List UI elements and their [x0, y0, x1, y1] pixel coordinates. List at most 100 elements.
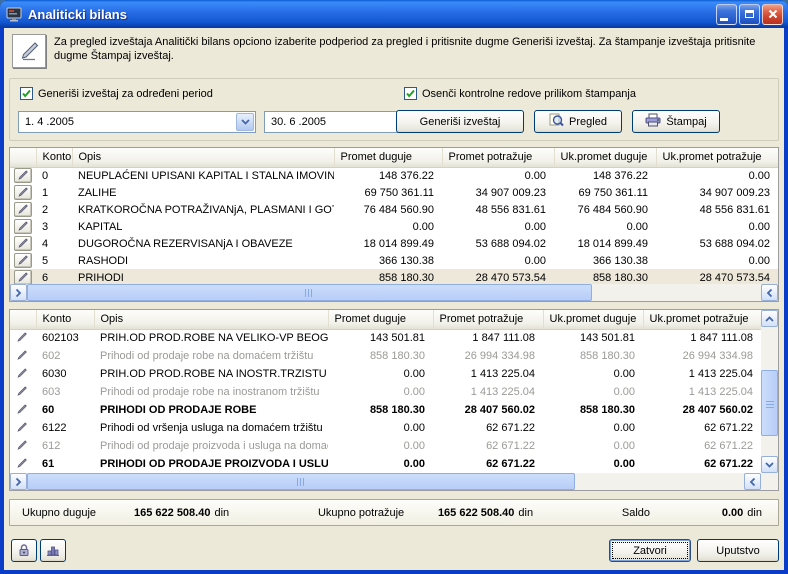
scrollbar-thumb[interactable]: [761, 370, 778, 436]
table-row[interactable]: 61PRIHODI OD PRODAJE PROIZVODA I USLUGA0…: [10, 455, 761, 473]
scroll-left-arrow-icon[interactable]: [10, 473, 27, 490]
table-row[interactable]: 3KAPITAL0.000.000.000.00: [10, 218, 778, 235]
table-row[interactable]: 1ZALIHE69 750 361.1134 907 009.2369 750 …: [10, 184, 778, 201]
scrollbar-thumb[interactable]: [27, 284, 592, 301]
chart-button[interactable]: [40, 539, 66, 562]
edit-pencil-icon[interactable]: [14, 219, 32, 234]
table-row[interactable]: 612Prihodi od prodaje proizvoda i usluga…: [10, 437, 761, 455]
edit-pencil-icon[interactable]: [14, 403, 30, 416]
amount-cell: 0.00: [543, 437, 643, 455]
generate-report-button[interactable]: Generiši izveštaj: [396, 110, 524, 133]
scrollbar-thumb[interactable]: [27, 473, 575, 490]
close-icon: [768, 9, 778, 19]
edit-pencil-icon[interactable]: [14, 331, 30, 344]
amount-cell: 0.00: [442, 218, 554, 235]
lock-button[interactable]: [11, 539, 37, 562]
amount-cell: 62 671.22: [643, 455, 761, 473]
edit-pencil-icon[interactable]: [14, 367, 30, 380]
column-header-konto[interactable]: Konto: [36, 310, 94, 329]
column-header-ukpromet-potrazuje[interactable]: Uk.promet potražuje: [656, 148, 778, 167]
edit-pencil-icon[interactable]: [14, 270, 32, 285]
horizontal-scrollbar[interactable]: [10, 473, 761, 490]
table-row[interactable]: 0NEUPLAĆENI UPISANI KAPITAL I STALNA IMO…: [10, 167, 778, 184]
close-button[interactable]: [762, 4, 783, 25]
table-row[interactable]: 602Prihodi od prodaje robe na domaćem tr…: [10, 347, 761, 365]
checkbox-generate-period-label: Generiši izveštaj za određeni period: [38, 88, 213, 100]
help-button[interactable]: Uputstvo: [697, 539, 779, 562]
horizontal-scrollbar[interactable]: [10, 284, 778, 301]
scrollbar-grip: [766, 399, 774, 408]
row-icon-cell: [10, 419, 36, 437]
titlebar[interactable]: Analiticki bilans: [0, 0, 788, 28]
edit-pencil-icon[interactable]: [14, 421, 30, 434]
column-header-promet-potrazuje[interactable]: Promet potražuje: [442, 148, 554, 167]
minimize-button[interactable]: [716, 4, 737, 25]
amount-cell: 148 376.22: [554, 167, 656, 184]
column-header-icon[interactable]: [10, 148, 36, 167]
amount-cell: 858 180.30: [328, 347, 433, 365]
table-row[interactable]: 602103PRIH.OD PROD.ROBE NA VELIKO-VP BEO…: [10, 329, 761, 347]
summary-grid: Konto Opis Promet duguje Promet potražuj…: [9, 147, 779, 302]
table-row[interactable]: 6122Prihodi od vršenja usluga na domaćem…: [10, 419, 761, 437]
column-header-icon[interactable]: [10, 310, 36, 329]
scroll-right-arrow-icon[interactable]: [761, 284, 778, 301]
table-row[interactable]: 6PRIHODI858 180.3028 470 573.54858 180.3…: [10, 269, 778, 284]
edit-pencil-icon[interactable]: [14, 385, 30, 398]
row-icon-cell: [10, 365, 36, 383]
checkbox-shade-control-rows[interactable]: Osenči kontrolne redove prilikom štampan…: [404, 87, 636, 100]
edit-pencil-icon[interactable]: [14, 202, 32, 217]
row-icon-cell: [10, 347, 36, 365]
opis-cell: PRIH.OD PROD.ROBE NA INOSTR.TRZISTU: [94, 365, 328, 383]
scroll-left-arrow-icon[interactable]: [10, 284, 27, 301]
window-title: Analiticki bilans: [28, 7, 716, 22]
edit-pencil-icon[interactable]: [14, 185, 32, 200]
chevron-down-icon[interactable]: [236, 113, 254, 131]
konto-cell: 6122: [36, 419, 94, 437]
opis-cell: PRIH.OD PROD.ROBE NA VELIKO-VP BEOGRAD: [94, 329, 328, 347]
edit-pencil-icon[interactable]: [14, 457, 30, 470]
row-icon-cell: [10, 455, 36, 473]
edit-pencil-icon[interactable]: [14, 253, 32, 268]
edit-pencil-icon[interactable]: [14, 349, 30, 362]
checkbox-shade-control-rows-label: Osenči kontrolne redove prilikom štampan…: [422, 88, 636, 100]
amount-cell: 69 750 361.11: [334, 184, 442, 201]
print-button[interactable]: Štampaj: [632, 110, 720, 133]
scroll-right-arrow-icon[interactable]: [744, 473, 761, 490]
close-dialog-button[interactable]: Zatvori: [609, 539, 691, 562]
amount-cell: 28 470 573.54: [656, 269, 778, 284]
table-row[interactable]: 4DUGOROČNA REZERVISANjA I OBAVEZE18 014 …: [10, 235, 778, 252]
date-from-combobox[interactable]: 1. 4 .2005: [18, 111, 256, 133]
table-row[interactable]: 60PRIHODI OD PRODAJE ROBE858 180.3028 40…: [10, 401, 761, 419]
table-row[interactable]: 5RASHODI366 130.380.00366 130.380.00: [10, 252, 778, 269]
preview-button[interactable]: Pregled: [534, 110, 622, 133]
column-header-opis[interactable]: Opis: [72, 148, 334, 167]
opis-cell: PRIHODI: [72, 269, 334, 284]
table-row[interactable]: 6030PRIH.OD PROD.ROBE NA INOSTR.TRZISTU0…: [10, 365, 761, 383]
konto-cell: 602: [36, 347, 94, 365]
amount-cell: 0.00: [442, 252, 554, 269]
scroll-up-arrow-icon[interactable]: [761, 310, 778, 327]
scroll-down-arrow-icon[interactable]: [761, 456, 778, 473]
column-header-ukpromet-potrazuje[interactable]: Uk.promet potražuje: [643, 310, 761, 329]
column-header-promet-duguje[interactable]: Promet duguje: [328, 310, 433, 329]
maximize-button[interactable]: [739, 4, 760, 25]
vertical-scrollbar[interactable]: [761, 310, 778, 473]
column-header-opis[interactable]: Opis: [94, 310, 328, 329]
edit-pencil-icon[interactable]: [14, 236, 32, 251]
close-dialog-label: Zatvori: [633, 545, 667, 557]
column-header-promet-potrazuje[interactable]: Promet potražuje: [433, 310, 543, 329]
column-header-ukpromet-duguje[interactable]: Uk.promet duguje: [543, 310, 643, 329]
row-icon-cell: [10, 269, 36, 284]
column-header-konto[interactable]: Konto: [36, 148, 72, 167]
checkbox-generate-period[interactable]: Generiši izveštaj za određeni period: [20, 87, 213, 100]
amount-cell: 0.00: [543, 419, 643, 437]
row-icon-cell: [10, 329, 36, 347]
column-header-ukpromet-duguje[interactable]: Uk.promet duguje: [554, 148, 656, 167]
table-row[interactable]: 603Prihodi od prodaje robe na inostranom…: [10, 383, 761, 401]
maximize-icon: [745, 10, 754, 18]
amount-cell: 1 413 225.04: [643, 365, 761, 383]
table-row[interactable]: 2KRATKOROČNA POTRAŽIVANjA, PLASMANI I GO…: [10, 201, 778, 218]
edit-pencil-icon[interactable]: [14, 168, 32, 183]
edit-pencil-icon[interactable]: [14, 439, 30, 452]
column-header-promet-duguje[interactable]: Promet duguje: [334, 148, 442, 167]
